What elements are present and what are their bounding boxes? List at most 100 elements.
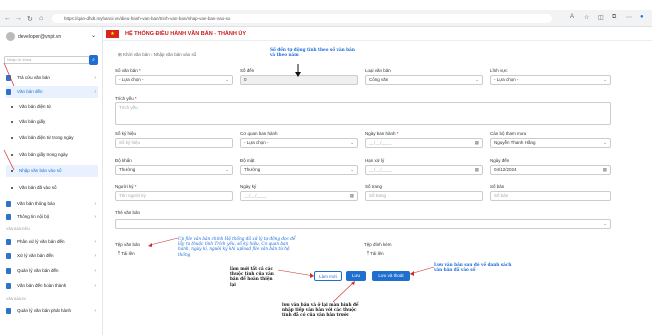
related-label: Thẻ văn bản <box>115 210 141 215</box>
date-field[interactable]: __/__/____ ▦ <box>240 191 358 201</box>
calendar-icon[interactable]: ▦ <box>350 192 354 200</box>
forward-icon[interactable]: → <box>15 15 22 22</box>
sidebar-item[interactable]: Quản lý văn bản đến › <box>6 265 98 277</box>
select-field[interactable]: Công văn ⌄ <box>365 75 483 85</box>
calendar-icon[interactable]: ▦ <box>603 166 607 174</box>
search-input[interactable]: Nhập từ khóa <box>4 56 90 64</box>
field-label: Ngày ban hành * <box>365 131 399 136</box>
document-icon <box>6 74 11 81</box>
sidebar-item[interactable]: Trả cứu văn bản › <box>6 72 98 84</box>
date-field[interactable]: __/__/____ ▦ <box>365 165 483 175</box>
search-button[interactable]: ⌕ <box>89 55 98 65</box>
field-label: Số ký hiệu <box>115 131 137 136</box>
menu-icon[interactable]: ⋯ <box>626 14 632 21</box>
text-field[interactable]: Tên người ký <box>115 191 233 201</box>
upload-file-button[interactable]: ⤒ Tải lên <box>118 251 135 256</box>
save-close-note: Lưu văn bản sau đó về danh sách văn bản … <box>434 262 512 273</box>
select-field[interactable]: Nguyễn Thanh Hằng ⌄ <box>490 138 611 148</box>
user-email: developer@vnpt.vn <box>18 33 62 40</box>
document-icon <box>6 238 11 245</box>
date-field[interactable]: 04/12/2024 ▦ <box>490 165 611 175</box>
chevron-right-icon: › <box>94 253 96 259</box>
sidebar-item-label: Văn bản thông báo <box>17 201 56 206</box>
back-icon[interactable]: ← <box>4 15 11 22</box>
read-icon[interactable]: A <box>570 14 574 20</box>
bullet-icon <box>11 169 13 172</box>
sidebar-item[interactable]: Văn bản giấy trong ngày <box>6 149 98 161</box>
document-icon <box>6 88 11 95</box>
select-field[interactable]: - Lựa chọn - ⌄ <box>240 138 358 148</box>
sidebar-item[interactable]: Văn bản điện tử <box>6 101 98 113</box>
sidebar-item[interactable]: Văn bản thông báo › <box>6 198 98 210</box>
sidebar-item-label: Quản lý văn bản phát hành <box>17 308 72 313</box>
sidebar-item[interactable]: Quản lý văn bản phát hành › <box>6 305 98 317</box>
calendar-icon[interactable]: ▦ <box>475 166 479 174</box>
text-field[interactable]: Số trang <box>365 191 483 201</box>
text-field[interactable]: Số bản <box>490 191 611 201</box>
calendar-icon[interactable]: ▦ <box>475 139 479 147</box>
select-field[interactable]: - Lựa chọn - ⌄ <box>115 75 233 85</box>
split-icon[interactable]: ◫ <box>598 14 604 21</box>
field-label: Người ký * <box>115 184 137 189</box>
summary-textarea[interactable]: Trích yếu <box>115 102 611 125</box>
summary-label: Trích yếu * <box>115 96 137 101</box>
save-button[interactable]: Lưu <box>346 271 366 281</box>
save-close-button[interactable]: Lưu và thoát <box>372 271 410 281</box>
document-icon <box>6 213 11 220</box>
chevron-down-icon: ⌄ <box>225 77 229 82</box>
sidebar-item[interactable]: Phân xử lý văn bản đến › <box>6 236 98 248</box>
breadcrumb-current: Nhập văn bản vào sổ <box>153 52 197 57</box>
reload-icon[interactable]: ↻ <box>27 15 33 23</box>
address-bar[interactable]: https://qan-dhdt.myhanoi.vn/dieu-hanh-va… <box>52 14 552 23</box>
sidebar-item[interactable]: Văn bản đã vào sổ <box>6 182 98 194</box>
app-header: ★ HỆ THỐNG ĐIỀU HÀNH VĂN BẢN - THÀNH ỦY <box>103 27 652 41</box>
chevron-down-icon: ⌄ <box>350 140 354 145</box>
sidebar-item[interactable]: Xử lý văn bản đến › <box>6 250 98 262</box>
breadcrumb-home[interactable]: Khởi văn bản <box>123 52 150 57</box>
sidebar-item[interactable]: Văn bản điện tử trong ngày <box>6 132 98 144</box>
chevron-right-icon: › <box>94 308 96 314</box>
related-select[interactable]: ⌄ <box>115 219 611 229</box>
sidebar-item[interactable]: Văn bản giấy <box>6 116 98 128</box>
document-icon <box>6 282 11 289</box>
sidebar-item[interactable]: Văn bản đến hoàn thành › <box>6 280 98 292</box>
sidebar-item-label: Nhập văn bản vào sổ <box>19 168 62 173</box>
sidebar-item-label: Văn bản điện tử trong ngày <box>19 135 74 140</box>
field-label: Số trang <box>365 184 383 189</box>
date-field[interactable]: __/__/____ ▦ <box>365 138 483 148</box>
reset-note: làm mới tất cả các thuộc tính của văn bả… <box>230 266 274 287</box>
sidebar-section-incoming: VĂN BẢN ĐẾN <box>6 227 30 231</box>
avatar <box>6 32 15 41</box>
copilot-icon[interactable]: ● <box>640 14 644 20</box>
sidebar-item-label: Quản lý văn bản đến <box>17 268 59 273</box>
sidebar-item-label: Xử lý văn bản đến <box>17 253 54 258</box>
field-label: Ngày đến <box>490 158 510 163</box>
sidebar-item-label: Văn bản đến <box>17 89 43 94</box>
sidebar-item-label: Thông tin nội bộ <box>17 214 50 219</box>
document-icon <box>6 252 11 259</box>
sidebar-item-label: Văn bản giấy <box>19 119 46 124</box>
search-icon: ⌕ <box>92 57 95 63</box>
upload-attachment-button[interactable]: ⤒ Tải lên <box>367 251 384 256</box>
bullet-icon <box>11 186 13 189</box>
select-field[interactable]: - Lựa chọn - ⌄ <box>490 75 611 85</box>
sidebar: developer@vnpt.vn ⌄ Nhập từ khóa ⌕ Trả c… <box>0 27 103 335</box>
document-icon <box>6 267 11 274</box>
home-icon[interactable]: ⌂ <box>39 15 43 22</box>
select-field[interactable]: Thường ⌄ <box>240 165 358 175</box>
field-label: Loại văn bản <box>365 68 391 73</box>
sidebar-item[interactable]: Văn bản đến › <box>6 86 98 98</box>
select-field[interactable]: Thường ⌄ <box>115 165 233 175</box>
user-menu[interactable]: developer@vnpt.vn ⌄ <box>6 32 96 41</box>
collections-icon[interactable]: ⧉ <box>612 14 616 21</box>
text-field[interactable]: Số ký hiệu <box>115 138 233 148</box>
attach-label: Tệp đính kèm <box>364 242 392 247</box>
sidebar-item[interactable]: Nhập văn bản vào sổ <box>6 165 98 177</box>
favorite-icon[interactable]: ☆ <box>584 14 589 21</box>
sidebar-item-label: Văn bản điện tử <box>19 104 52 109</box>
field-label: Độ mật <box>240 158 255 163</box>
sidebar-item[interactable]: Thông tin nội bộ › <box>6 211 98 223</box>
chevron-right-icon: › <box>94 214 96 220</box>
field-label: Sổ văn bản * <box>115 68 141 73</box>
reset-button[interactable]: Làm mới <box>314 271 342 281</box>
